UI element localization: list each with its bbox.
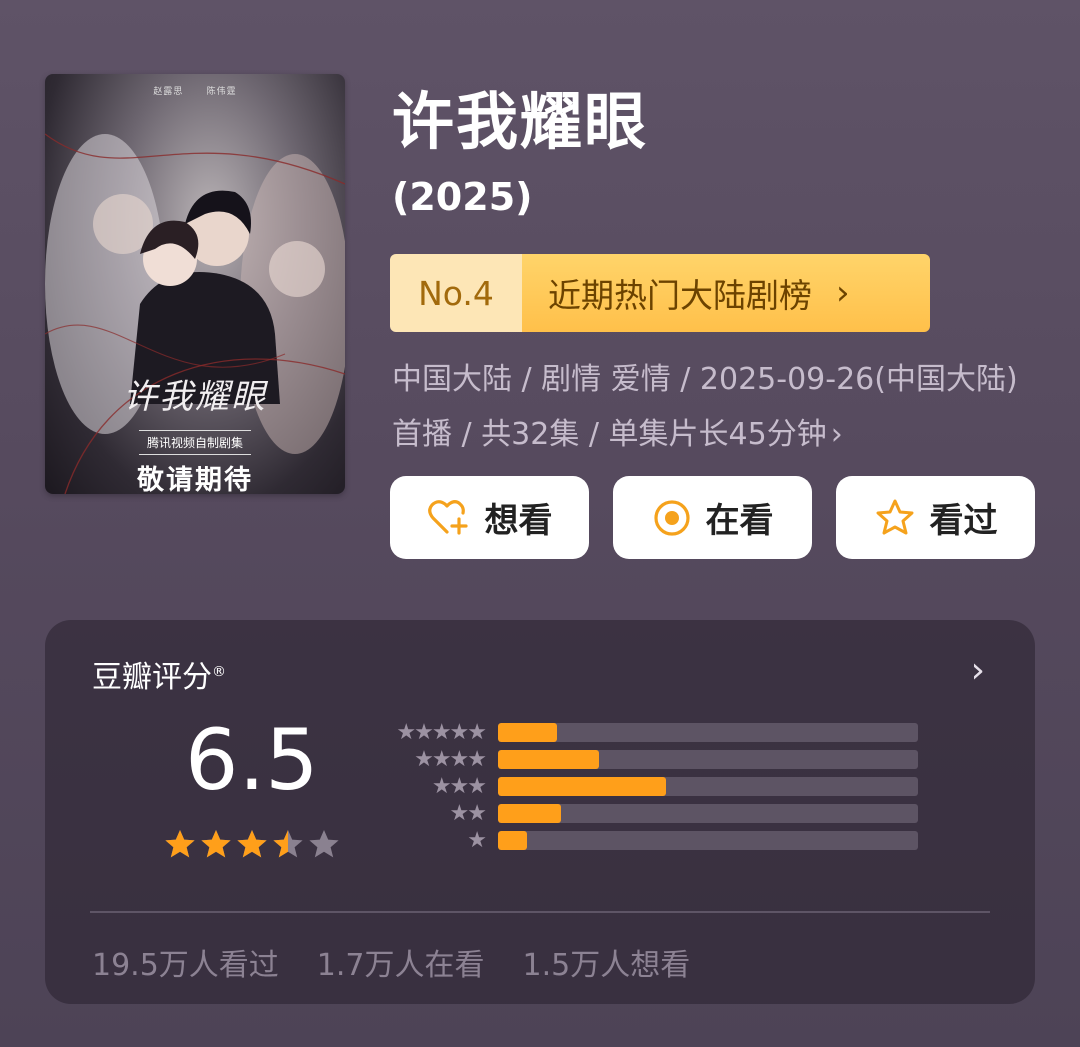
rank-badge[interactable]: No.4 近期热门大陆剧榜 › xyxy=(390,254,930,332)
divider xyxy=(90,911,990,913)
rank-label-area: 近期热门大陆剧榜 › xyxy=(522,254,930,332)
rating-star-2 xyxy=(201,830,231,858)
distribution-bar-fill xyxy=(498,776,666,796)
distribution-bar-fill xyxy=(498,722,557,742)
rating-star-5 xyxy=(309,830,339,858)
watched-button[interactable]: 看过 xyxy=(836,476,1035,559)
chevron-right-icon: › xyxy=(830,417,843,452)
rating-score: 6.5 xyxy=(185,711,319,809)
distribution-bar xyxy=(498,749,918,769)
rating-card: 豆瓣评分® › 6.5 ★★★★★ ★★★★ ★★★ ★★ ★ 19.5万人看过… xyxy=(45,620,1035,1004)
rank-number: No.4 xyxy=(390,254,522,332)
want-to-watch-button[interactable]: 想看 xyxy=(390,476,589,559)
want-count[interactable]: 1.5万人想看 xyxy=(523,940,691,984)
show-year: (2025) xyxy=(392,175,533,219)
poster-title: 许我耀眼 xyxy=(123,377,267,417)
rating-stars xyxy=(163,826,343,868)
heart-plus-icon xyxy=(427,499,468,535)
distribution-row-1: ★ xyxy=(375,827,918,853)
distribution-row-3: ★★★ xyxy=(375,773,918,799)
show-meta[interactable]: 中国大陆 / 剧情 爱情 / 2025-09-26(中国大陆)首播 / 共32集… xyxy=(392,352,1042,462)
watching-label: 在看 xyxy=(705,501,774,541)
distribution-row-2: ★★ xyxy=(375,800,918,826)
distribution-stars-label: ★★★★★ xyxy=(396,719,487,745)
action-buttons: 想看 在看 看过 xyxy=(390,476,1035,559)
poster-image[interactable]: 赵露思 陈伟霆 许我耀眼 腾讯视频自制剧集 敬请期待 xyxy=(45,74,345,494)
distribution-bar xyxy=(498,803,918,823)
distribution-stars-label: ★★ xyxy=(449,800,487,826)
distribution-row-4: ★★★★ xyxy=(375,746,918,772)
distribution-bar-fill xyxy=(498,803,561,823)
rating-star-4 xyxy=(273,830,303,858)
poster-tagline: 敬请期待 xyxy=(137,465,253,494)
rank-label: 近期热门大陆剧榜 xyxy=(548,276,812,315)
meta-text: 中国大陆 / 剧情 爱情 / 2025-09-26(中国大陆)首播 / 共32集… xyxy=(392,362,1018,452)
poster-cast: 赵露思 陈伟霆 xyxy=(153,87,237,97)
distribution-bar xyxy=(498,776,918,796)
registered-mark: ® xyxy=(212,664,226,680)
star-rating-icon xyxy=(165,830,339,858)
star-icon xyxy=(876,499,913,534)
distribution-stars-label: ★ xyxy=(467,827,487,853)
distribution-bar xyxy=(498,830,918,850)
watcher-counts: 19.5万人看过 1.7万人在看 1.5万人想看 xyxy=(92,940,690,984)
rating-star-3 xyxy=(237,830,267,858)
distribution-stars-label: ★★★ xyxy=(431,773,487,799)
chevron-right-icon: › xyxy=(836,273,850,313)
watching-count[interactable]: 1.7万人在看 xyxy=(317,940,485,984)
distribution-bar xyxy=(498,722,918,742)
distribution-bar-fill xyxy=(498,830,528,850)
show-title: 许我耀眼 xyxy=(392,85,649,158)
distribution-stars-label: ★★★★ xyxy=(414,746,487,772)
watched-count[interactable]: 19.5万人看过 xyxy=(92,940,279,984)
watched-label: 看过 xyxy=(929,501,998,541)
rating-star-1 xyxy=(165,830,195,858)
distribution-row-5: ★★★★★ xyxy=(375,719,918,745)
target-icon xyxy=(653,499,690,536)
rating-title[interactable]: 豆瓣评分® xyxy=(92,652,226,696)
want-to-watch-label: 想看 xyxy=(484,501,553,541)
chevron-right-icon[interactable]: › xyxy=(971,650,985,691)
poster-subtitle: 腾讯视频自制剧集 xyxy=(138,430,252,455)
watching-button[interactable]: 在看 xyxy=(613,476,812,559)
distribution-bar-fill xyxy=(498,749,599,769)
